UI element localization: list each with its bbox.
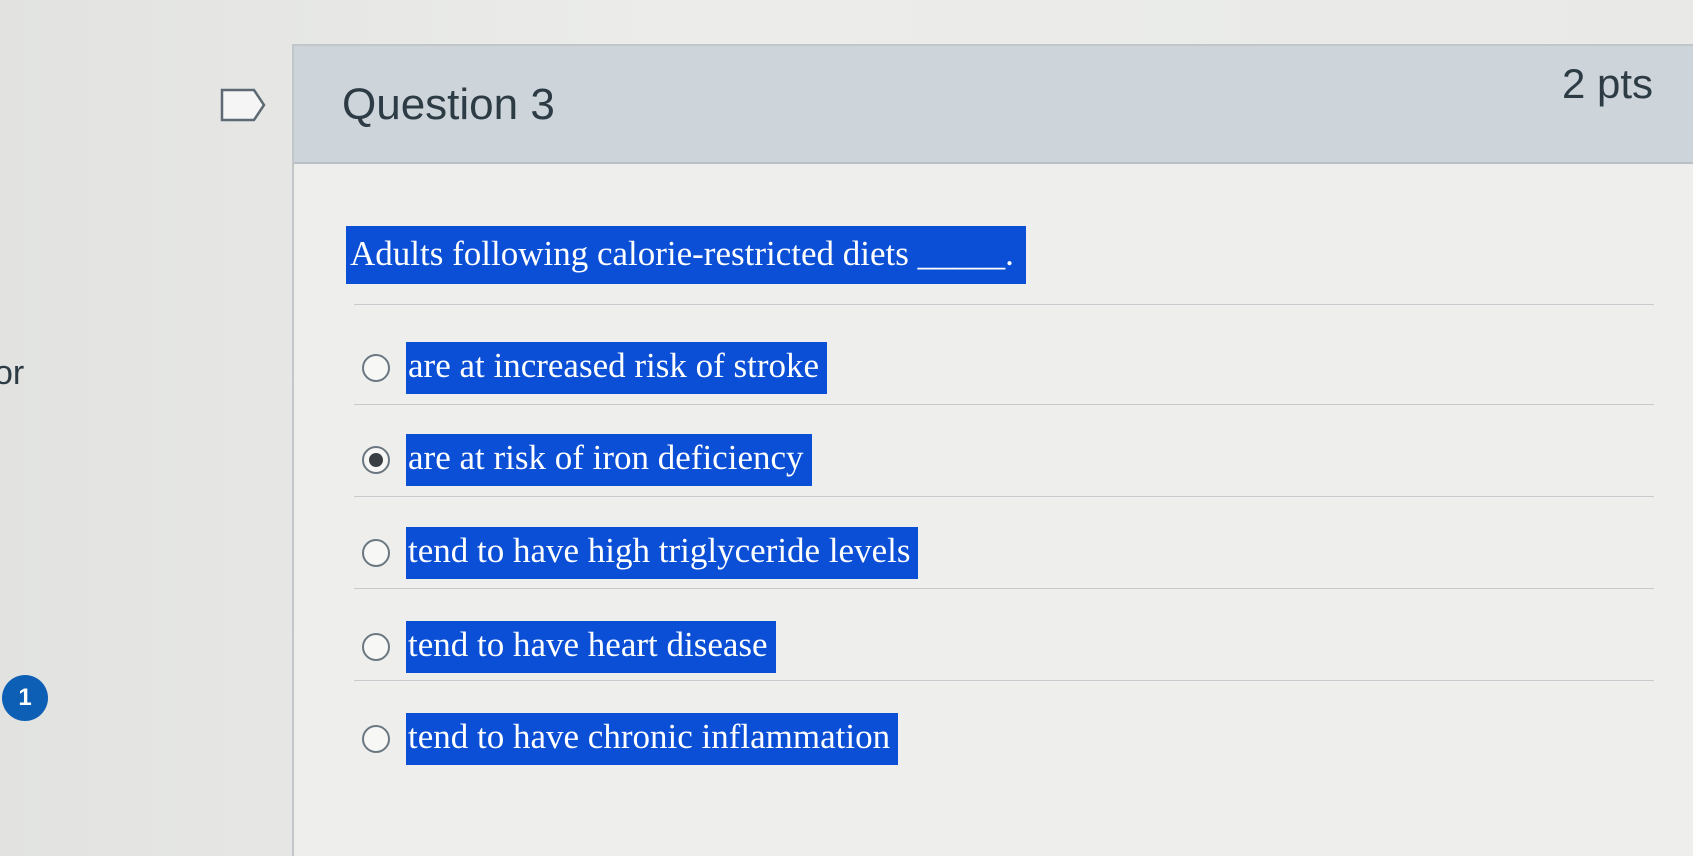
left-partial-text: or (0, 354, 25, 392)
answer-label[interactable]: tend to have high triglyceride levels (406, 527, 919, 579)
answer-label[interactable]: are at risk of iron deficiency (406, 434, 812, 486)
question-points: 2 pts (1562, 60, 1654, 107)
divider (354, 404, 1654, 405)
answer-option[interactable]: are at increased risk of stroke (362, 342, 828, 394)
divider (354, 588, 1654, 589)
radio-button[interactable] (362, 539, 390, 567)
question-card: Question 3 2 pts Adults following calori… (292, 44, 1693, 856)
question-count-badge[interactable]: 1 (2, 675, 48, 721)
radio-button[interactable] (362, 725, 390, 753)
question-title: Question 3 (342, 80, 555, 129)
question-prompt: Adults following calorie-restricted diet… (346, 226, 1026, 284)
answer-option[interactable]: tend to have chronic inflammation (362, 713, 899, 765)
answer-label[interactable]: tend to have heart disease (406, 621, 776, 673)
answer-option[interactable]: tend to have heart disease (362, 621, 776, 673)
radio-button[interactable] (362, 633, 390, 661)
page: or 1 Question 3 2 pts Adults following c… (0, 0, 1693, 856)
radio-button[interactable] (362, 354, 390, 382)
answer-label[interactable]: are at increased risk of stroke (406, 342, 828, 394)
divider (354, 496, 1654, 497)
divider (354, 304, 1654, 305)
answer-label[interactable]: tend to have chronic inflammation (406, 713, 899, 765)
radio-button-selected[interactable] (362, 446, 390, 474)
divider (354, 680, 1654, 681)
answer-option[interactable]: tend to have high triglyceride levels (362, 527, 919, 579)
question-header: Question 3 2 pts (294, 46, 1693, 164)
answer-option[interactable]: are at risk of iron deficiency (362, 434, 812, 486)
flag-question-icon[interactable] (220, 87, 266, 123)
